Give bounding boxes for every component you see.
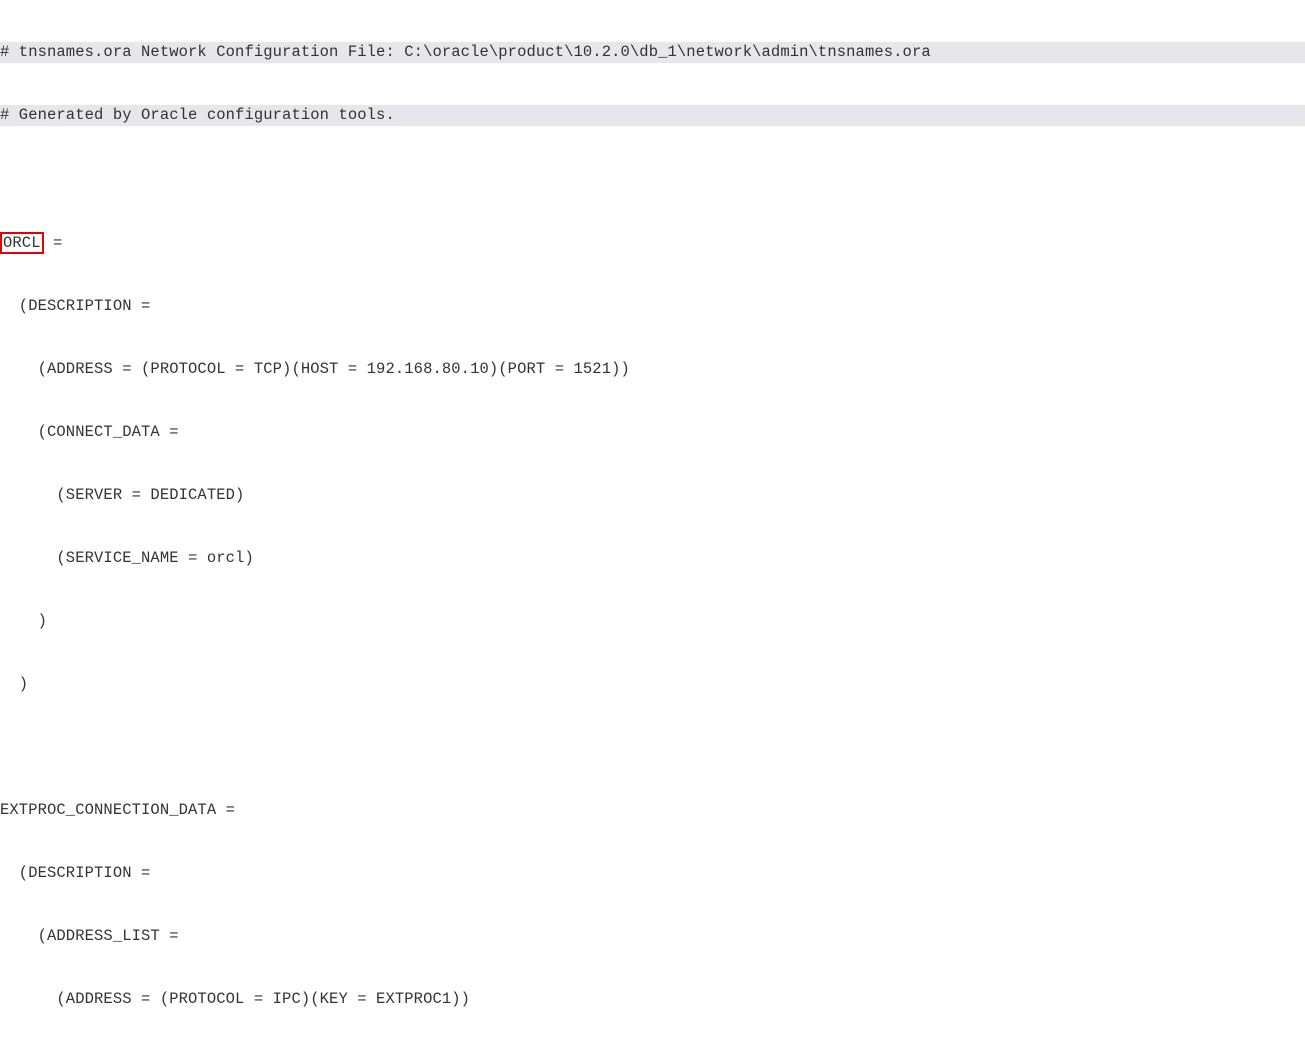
tns-entry-header: EXTPROC_CONNECTION_DATA = bbox=[0, 800, 1305, 821]
blank-line bbox=[0, 168, 1305, 189]
code-line: (CONNECT_DATA = bbox=[0, 422, 1305, 443]
code-line: ) bbox=[0, 674, 1305, 695]
code-editor: # tnsnames.ora Network Configuration Fil… bbox=[0, 0, 1305, 1046]
code-line: (SERVER = DEDICATED) bbox=[0, 485, 1305, 506]
code-line: (DESCRIPTION = bbox=[0, 296, 1305, 317]
tns-entry-header: ORCL = bbox=[0, 231, 1305, 254]
comment-line: # tnsnames.ora Network Configuration Fil… bbox=[0, 42, 1305, 63]
code-line: (ADDRESS = (PROTOCOL = IPC)(KEY = EXTPRO… bbox=[0, 989, 1305, 1010]
blank-line bbox=[0, 737, 1305, 758]
code-line: (ADDRESS = (PROTOCOL = TCP)(HOST = 192.1… bbox=[0, 359, 1305, 380]
code-line: ) bbox=[0, 611, 1305, 632]
code-line: (ADDRESS_LIST = bbox=[0, 926, 1305, 947]
code-line: (DESCRIPTION = bbox=[0, 863, 1305, 884]
comment-line: # Generated by Oracle configuration tool… bbox=[0, 105, 1305, 126]
code-line: (SERVICE_NAME = orcl) bbox=[0, 548, 1305, 569]
entry-rest: = bbox=[44, 234, 63, 252]
highlight-box: ORCL bbox=[0, 232, 44, 254]
